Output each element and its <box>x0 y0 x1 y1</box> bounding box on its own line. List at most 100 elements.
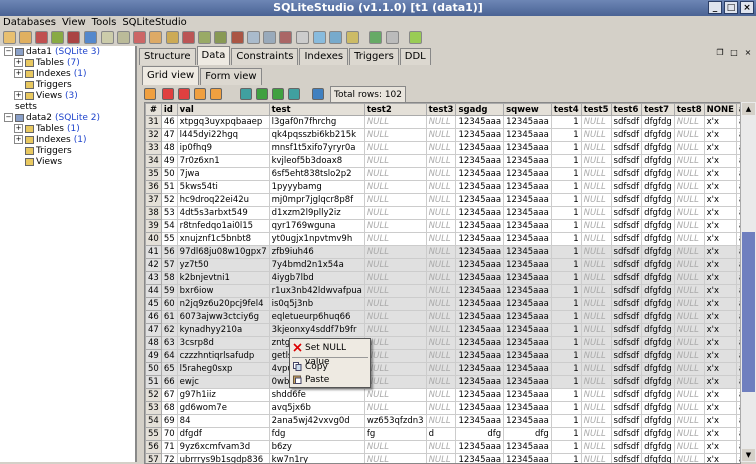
table-cell[interactable]: 12345aaa <box>456 233 504 246</box>
table-cell[interactable]: 1 <box>551 259 581 272</box>
table-cell[interactable]: dfgfdg <box>642 285 675 298</box>
table-cell[interactable]: NULL <box>426 246 456 259</box>
table-row[interactable]: 36515kws54ti1pyyybamgNULLNULL12345aaa123… <box>146 181 742 194</box>
table-cell[interactable]: dfgfdg <box>642 233 675 246</box>
edit-table-icon[interactable] <box>117 31 130 44</box>
table-cell[interactable]: 1 <box>551 181 581 194</box>
table-cell[interactable]: 12345aaa <box>456 220 504 233</box>
table-cell[interactable]: NULL <box>364 311 426 324</box>
table-cell[interactable]: g97h1iiz <box>177 389 269 402</box>
tab-indexes[interactable]: Indexes <box>299 48 348 65</box>
table-cell[interactable]: 66 <box>161 376 177 389</box>
table-cell[interactable]: 1 <box>551 441 581 454</box>
table-cell[interactable]: wz653qfzdn3 <box>364 415 426 428</box>
table-cell[interactable]: 12345aaa <box>504 259 552 272</box>
table-cell[interactable]: NULL <box>426 415 456 428</box>
table-cell[interactable]: sdfsdf <box>611 168 642 181</box>
tree-item-tables[interactable]: +Tables(7) <box>14 58 80 69</box>
table-cell[interactable]: 4dt5s3arbxt549 <box>177 207 269 220</box>
table-cell[interactable]: 12345aaa <box>456 389 504 402</box>
table-cell[interactable]: NULL <box>426 311 456 324</box>
table-cell[interactable]: NULL <box>674 298 704 311</box>
table-cell[interactable]: NULL <box>426 220 456 233</box>
table-cell[interactable]: bxr6iow <box>177 285 269 298</box>
table-cell[interactable]: NULL <box>426 181 456 194</box>
settings-icon[interactable] <box>386 31 399 44</box>
tree-item-tables[interactable]: +Tables(1) <box>14 124 80 135</box>
table-cell[interactable]: 12345aaa <box>456 415 504 428</box>
table-cell[interactable]: NULL <box>581 363 611 376</box>
column-header[interactable]: val <box>177 104 269 116</box>
table-cell[interactable]: NULL <box>364 350 426 363</box>
import-icon[interactable] <box>329 31 342 44</box>
table-cell[interactable]: 1 <box>551 363 581 376</box>
plugins-icon[interactable] <box>409 31 422 44</box>
table-cell[interactable]: 70 <box>161 428 177 441</box>
disconnect-icon[interactable] <box>67 31 80 44</box>
table-row[interactable]: 4358k2bnjevtni14iygb7lbdNULLNULL12345aaa… <box>146 272 742 285</box>
table-cell[interactable]: sdfsdf <box>611 194 642 207</box>
tree-item-triggers[interactable]: Triggers <box>14 80 72 91</box>
table-cell[interactable]: NULL <box>581 454 611 464</box>
table-cell[interactable]: dfgfdg <box>642 142 675 155</box>
table-cell[interactable]: 61 <box>161 311 177 324</box>
table-cell[interactable]: 12345aaa <box>456 272 504 285</box>
column-header[interactable]: test2 <box>364 104 426 116</box>
table-cell[interactable]: dfgfdg <box>642 181 675 194</box>
table-cell[interactable]: hc9droq22ei42u <box>177 194 269 207</box>
table-cell[interactable]: 12345aaa <box>456 194 504 207</box>
table-cell[interactable]: NULL <box>426 194 456 207</box>
table-cell[interactable]: NULL <box>581 428 611 441</box>
table-cell[interactable]: NULL <box>364 441 426 454</box>
table-cell[interactable]: sdfsdf <box>611 116 642 129</box>
delete-row-icon[interactable] <box>178 88 190 100</box>
table-cell[interactable]: x'x <box>704 298 736 311</box>
table-cell[interactable]: 69 <box>161 415 177 428</box>
table-cell[interactable]: dfgfdg <box>642 324 675 337</box>
edit-database-icon[interactable] <box>19 31 32 44</box>
table-cell[interactable]: dfgfdg <box>642 350 675 363</box>
table-cell[interactable]: 1 <box>551 428 581 441</box>
table-cell[interactable]: 12345aaa <box>504 415 552 428</box>
tab-form-view[interactable]: Form view <box>200 68 261 85</box>
table-cell[interactable]: 50 <box>161 168 177 181</box>
table-cell[interactable]: NULL <box>426 233 456 246</box>
table-cell[interactable]: 84 <box>177 415 269 428</box>
table-cell[interactable]: 12345aaa <box>504 272 552 285</box>
table-cell[interactable]: 12345aaa <box>456 116 504 129</box>
table-cell[interactable]: NULL <box>364 298 426 311</box>
table-cell[interactable]: 49 <box>161 155 177 168</box>
table-cell[interactable]: NULL <box>581 207 611 220</box>
table-cell[interactable]: 2ana5wj42vxvg0d <box>269 415 364 428</box>
table-cell[interactable]: NULL <box>581 285 611 298</box>
table-cell[interactable]: 1 <box>551 311 581 324</box>
table-cell[interactable]: dfgfdg <box>642 272 675 285</box>
table-cell[interactable]: x'x <box>704 246 736 259</box>
table-cell[interactable]: qyr1769wguna <box>269 220 364 233</box>
column-header[interactable]: NONE <box>704 104 736 116</box>
table-cell[interactable]: 4iygb7lbd <box>269 272 364 285</box>
table-cell[interactable]: 12345aaa <box>504 168 552 181</box>
table-row[interactable]: 3247l445dyi22hgqqk4pqsszbi6kb215kNULLNUL… <box>146 129 742 142</box>
table-cell[interactable]: 12345aaa <box>456 350 504 363</box>
table-cell[interactable]: 12345aaa <box>456 402 504 415</box>
table-cell[interactable]: mnsf1t5xifo7yryr0a <box>269 142 364 155</box>
table-cell[interactable]: dfgfdg <box>642 194 675 207</box>
table-cell[interactable]: NULL <box>581 142 611 155</box>
table-cell[interactable]: l3gaf0n7fhrchg <box>269 116 364 129</box>
table-cell[interactable]: sdfsdf <box>611 402 642 415</box>
table-cell[interactable]: sdfsdf <box>611 415 642 428</box>
table-cell[interactable]: 1 <box>551 402 581 415</box>
table-cell[interactable]: NULL <box>426 142 456 155</box>
table-cell[interactable]: x'x <box>704 454 736 464</box>
table-row[interactable]: 4762kynadhyy210a3kjeonxy4sddf7b9frNULLNU… <box>146 324 742 337</box>
minimize-icon[interactable]: _ <box>708 1 722 14</box>
sql-editor-icon[interactable] <box>296 31 309 44</box>
add-view-icon[interactable] <box>247 31 260 44</box>
table-row[interactable]: 56719yz6xcmfvam3db6zyNULLNULL12345aaa123… <box>146 441 742 454</box>
table-cell[interactable]: gd6wom7e <box>177 402 269 415</box>
prev-page-icon[interactable] <box>256 88 268 100</box>
table-cell[interactable]: 12345aaa <box>504 155 552 168</box>
table-cell[interactable]: sdfsdf <box>611 389 642 402</box>
table-cell[interactable]: czzzhntiqrlsafudp <box>177 350 269 363</box>
